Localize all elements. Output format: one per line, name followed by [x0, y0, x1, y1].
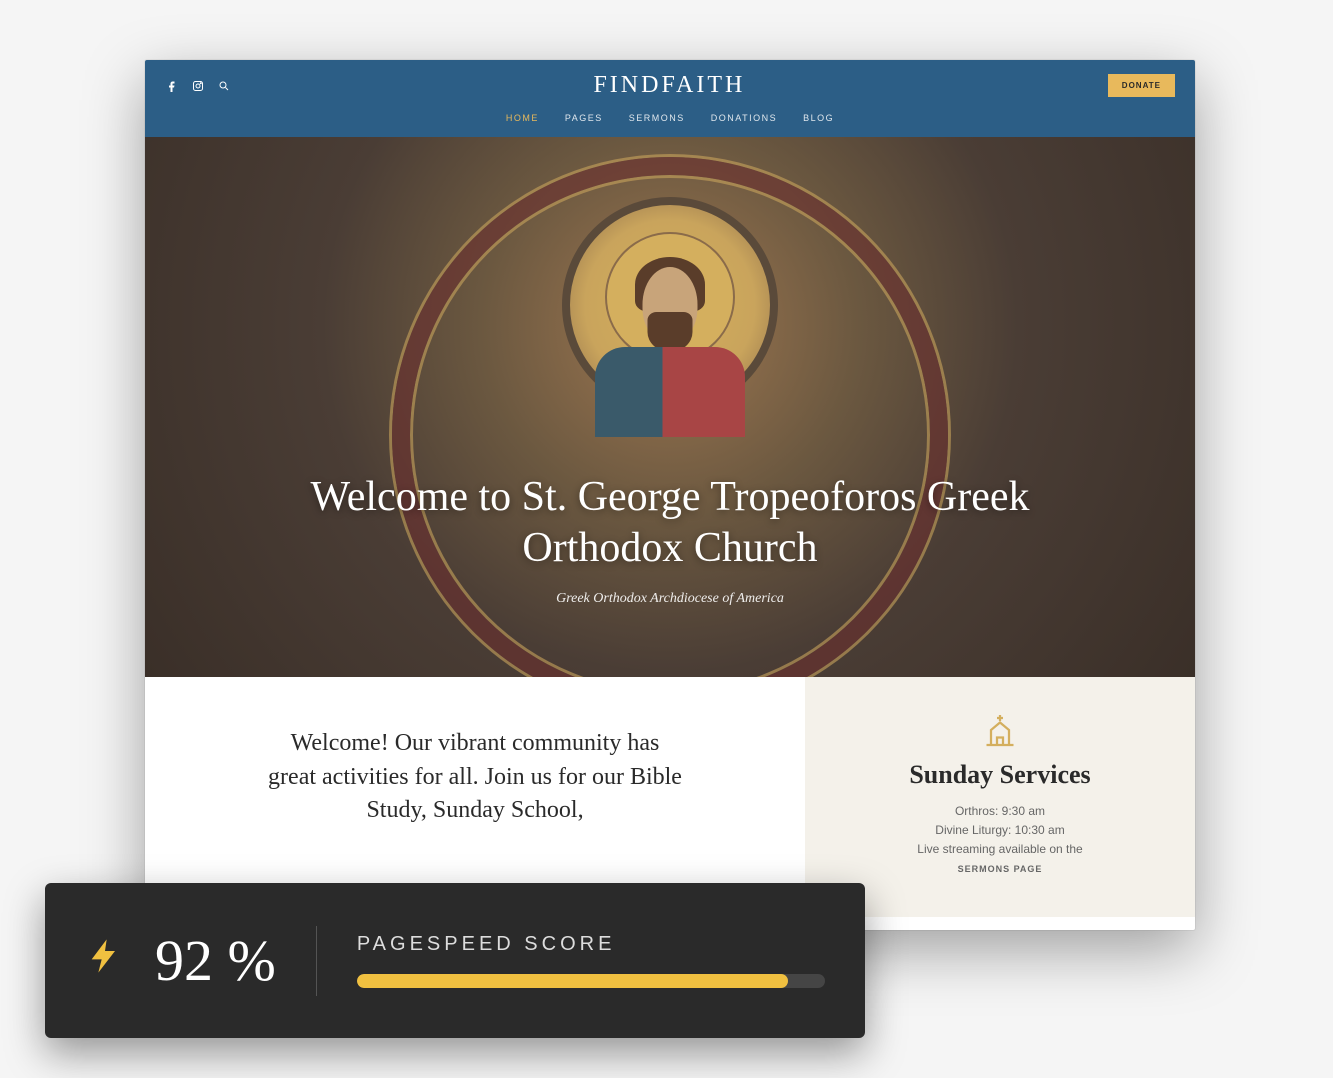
nav-blog[interactable]: BLOG	[803, 113, 834, 123]
lightning-icon	[85, 932, 125, 990]
services-panel: Sunday Services Orthros: 9:30 am Divine …	[805, 677, 1195, 917]
pagespeed-score-value: 92 %	[155, 927, 276, 994]
welcome-panel: Welcome! Our vibrant community has great…	[145, 677, 805, 917]
progress-fill	[357, 974, 788, 988]
progress-track	[357, 974, 825, 988]
services-line-2: Divine Liturgy: 10:30 am	[835, 821, 1165, 840]
content-row: Welcome! Our vibrant community has great…	[145, 677, 1195, 917]
facebook-icon[interactable]	[165, 79, 179, 93]
main-nav: HOME PAGES SERMONS DONATIONS BLOG	[165, 107, 1175, 137]
donate-button[interactable]: DONATE	[1108, 74, 1175, 97]
church-icon	[982, 712, 1018, 748]
instagram-icon[interactable]	[191, 79, 205, 93]
hero-section: Welcome to St. George Tropeoforos Greek …	[145, 137, 1195, 677]
nav-home[interactable]: HOME	[506, 113, 539, 123]
nav-pages[interactable]: PAGES	[565, 113, 603, 123]
website-preview-card: FINDFAITH DONATE HOME PAGES SERMONS DONA…	[145, 60, 1195, 930]
nav-donations[interactable]: DONATIONS	[711, 113, 777, 123]
services-link[interactable]: SERMONS PAGE	[835, 862, 1165, 876]
nav-sermons[interactable]: SERMONS	[629, 113, 685, 123]
search-icon[interactable]	[217, 79, 231, 93]
services-title: Sunday Services	[835, 760, 1165, 790]
services-line-3: Live streaming available on the	[835, 840, 1165, 859]
hero-title: Welcome to St. George Tropeoforos Greek …	[290, 472, 1050, 573]
services-line-1: Orthros: 9:30 am	[835, 802, 1165, 821]
divider	[316, 926, 317, 996]
pagespeed-label: PAGESPEED SCORE	[357, 933, 825, 956]
welcome-text: Welcome! Our vibrant community has great…	[265, 727, 685, 828]
site-header: FINDFAITH DONATE HOME PAGES SERMONS DONA…	[145, 60, 1195, 137]
pagespeed-badge: 92 % PAGESPEED SCORE	[45, 883, 865, 1038]
social-icon-row	[165, 79, 231, 93]
christ-pantocrator-icon	[600, 232, 740, 412]
site-logo[interactable]: FINDFAITH	[593, 72, 745, 99]
hero-subtitle: Greek Orthodox Archdiocese of America	[556, 591, 784, 607]
